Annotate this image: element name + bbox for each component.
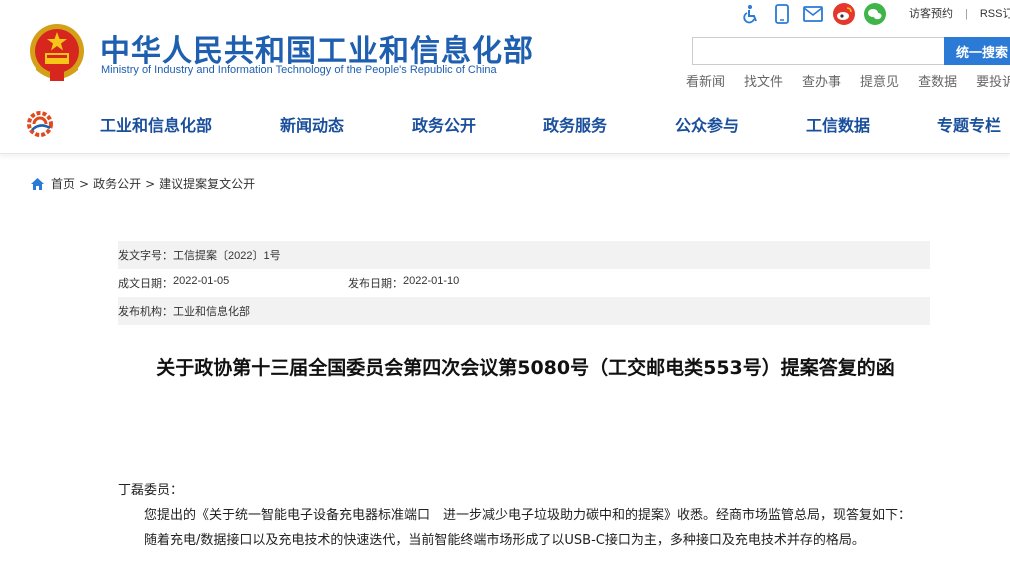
breadcrumb: 首页 > 政务公开 > 建议提案复文公开: [30, 175, 255, 192]
quick-link-complaint[interactable]: 要投诉: [976, 71, 1010, 90]
article-body: 丁磊委员： 您提出的《关于统一智能电子设备充电器标准端口 进一步减少电子垃圾助力…: [118, 478, 928, 553]
home-icon[interactable]: [30, 177, 45, 191]
breadcrumb-separator: >: [79, 176, 90, 191]
wechat-icon[interactable]: [864, 3, 886, 25]
mobile-icon[interactable]: [771, 3, 793, 25]
top-icon-bar: [740, 2, 895, 26]
divider: |: [965, 8, 968, 20]
meta-row-doc-no: 发文字号： 工信提案〔2022〕1号: [118, 241, 930, 269]
meta-row-dates: 成文日期： 2022-01-05 发布日期： 2022-01-10: [118, 269, 930, 297]
breadcrumb-separator: >: [145, 176, 156, 191]
quick-link-files[interactable]: 找文件: [744, 71, 783, 90]
breadcrumb-home[interactable]: 首页: [51, 175, 75, 192]
mail-icon[interactable]: [802, 3, 824, 25]
quick-link-services[interactable]: 查办事: [802, 71, 841, 90]
created-date-value: 2022-01-05: [173, 275, 230, 287]
document-meta: 发文字号： 工信提案〔2022〕1号 成文日期： 2022-01-05 发布日期…: [118, 241, 930, 325]
ministry-logo-icon[interactable]: [26, 110, 54, 138]
org-value: 工业和信息化部: [173, 306, 250, 318]
search-button[interactable]: 统一搜索: [944, 37, 1010, 65]
doc-no-label: 发文字号：: [118, 250, 173, 262]
meta-row-org: 发布机构： 工业和信息化部: [118, 297, 930, 325]
site-subtitle: Ministry of Industry and Information Tec…: [101, 64, 497, 76]
quick-links: 看新闻 找文件 查办事 提意见 查数据 要投诉: [686, 71, 1010, 90]
nav-item-data[interactable]: 工信数据: [806, 112, 870, 136]
doc-no-value: 工信提案〔2022〕1号: [173, 250, 281, 262]
national-emblem-icon[interactable]: [28, 22, 86, 84]
salutation: 丁磊委员：: [118, 483, 184, 498]
rss-link[interactable]: RSS订: [980, 8, 1010, 20]
visitor-appointment-link[interactable]: 访客预约: [909, 8, 953, 20]
site-header: 中华人民共和国工业和信息化部 Ministry of Industry and …: [0, 0, 1010, 100]
paragraph: 您提出的《关于统一智能电子设备充电器标准端口 进一步减少电子垃圾助力碳中和的提案…: [144, 508, 912, 523]
nav-item-ministry[interactable]: 工业和信息化部: [100, 112, 212, 136]
weibo-icon[interactable]: [833, 3, 855, 25]
org-label: 发布机构：: [118, 306, 173, 318]
published-date-label: 发布日期：: [348, 278, 403, 290]
nav-item-gov-services[interactable]: 政务服务: [543, 112, 607, 136]
quick-link-news[interactable]: 看新闻: [686, 71, 725, 90]
nav-item-gov-affairs[interactable]: 政务公开: [412, 112, 476, 136]
breadcrumb-gov-affairs[interactable]: 政务公开: [93, 175, 141, 192]
created-date-label: 成文日期：: [118, 278, 173, 290]
main-nav: 工业和信息化部 新闻动态 政务公开 政务服务 公众参与 工信数据 专题专栏: [0, 100, 1010, 154]
nav-item-special-topics[interactable]: 专题专栏: [937, 112, 1001, 136]
paragraph: 随着充电/数据接口以及充电技术的快速迭代，当前智能终端市场形成了以USB-C接口…: [144, 533, 865, 548]
nav-item-news[interactable]: 新闻动态: [280, 112, 344, 136]
nav-item-public-participation[interactable]: 公众参与: [675, 112, 739, 136]
published-date-value: 2022-01-10: [403, 275, 460, 287]
breadcrumb-proposal-replies[interactable]: 建议提案复文公开: [159, 175, 255, 192]
quick-link-data[interactable]: 查数据: [918, 71, 957, 90]
article-title: 关于政协第十三届全国委员会第四次会议第5080号（工交邮电类553号）提案答复的…: [156, 357, 895, 379]
quick-link-feedback[interactable]: 提意见: [860, 71, 899, 90]
search-input[interactable]: [692, 37, 944, 65]
top-links: 访客预约 | RSS订: [909, 5, 1010, 21]
accessibility-icon[interactable]: [740, 3, 762, 25]
